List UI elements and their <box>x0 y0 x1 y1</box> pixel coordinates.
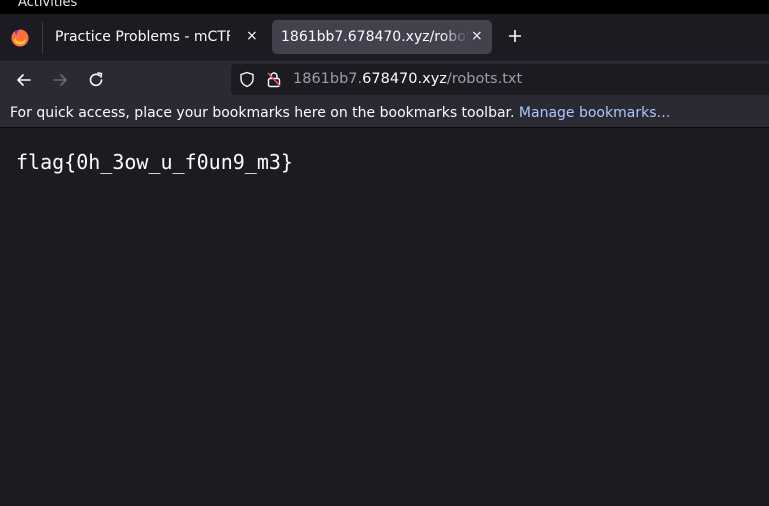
shield-icon[interactable] <box>239 71 255 88</box>
forward-icon[interactable] <box>50 70 70 90</box>
tab-title: 1861bb7.678470.xyz/robots.txt <box>281 29 469 45</box>
url-text[interactable]: 1861bb7.678470.xyz/robots.txt <box>293 71 522 87</box>
activities-button[interactable]: Activities <box>18 0 77 10</box>
url-host: 678470.xyz <box>362 71 447 87</box>
firefox-logo-icon[interactable] <box>10 28 30 48</box>
robots-txt-content: flag{0h_3ow_u_f0un9_m3} <box>16 150 293 174</box>
insecure-lock-icon[interactable] <box>266 71 282 88</box>
close-tab-icon[interactable]: × <box>471 29 483 43</box>
bookmarks-hint-text: For quick access, place your bookmarks h… <box>10 105 515 121</box>
page-content: flag{0h_3ow_u_f0un9_m3} <box>0 128 769 506</box>
back-icon[interactable] <box>14 70 34 90</box>
plus-icon[interactable] <box>505 26 525 46</box>
close-tab-icon[interactable]: × <box>246 29 258 43</box>
tab-strip: Practice Problems - mCTF × 1861bb7.67847… <box>0 14 769 61</box>
bookmarks-toolbar: For quick access, place your bookmarks h… <box>0 98 769 128</box>
url-subdomain: 1861bb7. <box>293 71 363 87</box>
bookmarks-toolbar-message: For quick access, place your bookmarks h… <box>10 105 670 121</box>
tab-practice-problems[interactable]: Practice Problems - mCTF × <box>44 20 266 54</box>
reload-icon[interactable] <box>86 70 106 90</box>
tab-robots-txt[interactable]: 1861bb7.678470.xyz/robots.txt × <box>272 20 492 54</box>
url-path: /robots.txt <box>446 71 523 87</box>
url-bar[interactable]: 1861bb7.678470.xyz/robots.txt <box>231 64 769 95</box>
system-top-bar: Activities <box>0 0 769 14</box>
tab-separator <box>42 22 43 54</box>
manage-bookmarks-link[interactable]: Manage bookmarks… <box>519 105 671 121</box>
navigation-toolbar: 1861bb7.678470.xyz/robots.txt <box>0 61 769 98</box>
tab-title: Practice Problems - mCTF <box>55 29 230 45</box>
